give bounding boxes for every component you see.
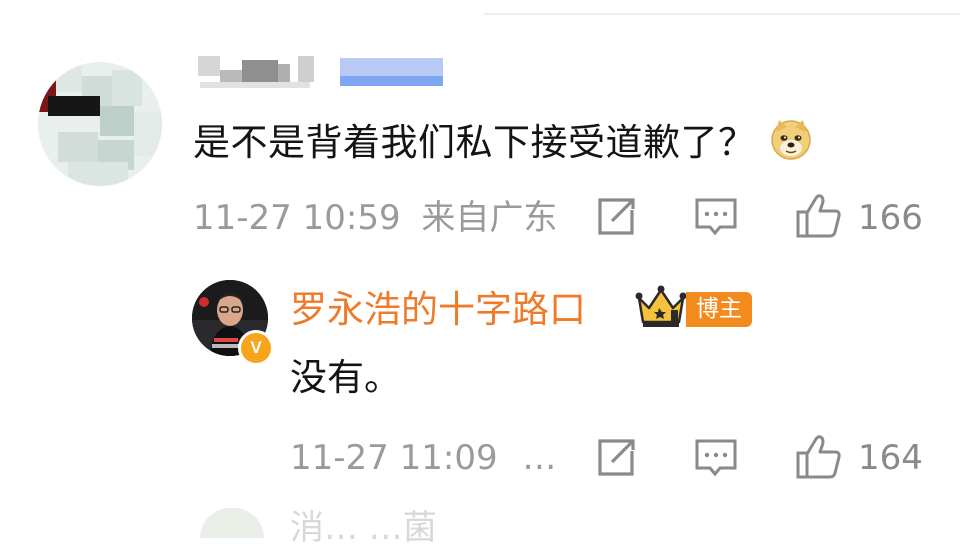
- comment-location: 来自广东: [421, 198, 558, 238]
- reply-comment-icon[interactable]: [694, 436, 738, 480]
- blogger-badge: 博主: [686, 292, 752, 327]
- doge-emoji-icon: [770, 120, 811, 160]
- comment-icon[interactable]: [694, 195, 738, 239]
- reply-meta: 11-27 11:09 …: [290, 438, 556, 478]
- next-commenter-avatar[interactable]: [200, 508, 264, 538]
- commenter-avatar-blurred[interactable]: [38, 62, 162, 186]
- verified-badge: V: [238, 330, 274, 366]
- crown-icon: [635, 285, 687, 327]
- comment-like-count: 166: [858, 198, 923, 238]
- comment-meta: 11-27 10:59 来自广东: [193, 198, 557, 238]
- like-icon[interactable]: [795, 192, 843, 240]
- reply-repost-icon[interactable]: [594, 436, 638, 480]
- comment-text: 是不是背着我们私下接受道歉了？: [193, 117, 812, 169]
- reply-author-name[interactable]: 罗永浩的十字路口: [290, 285, 586, 335]
- next-commenter-name[interactable]: 消… …菌: [290, 508, 437, 548]
- reply-timestamp: 11-27 11:09: [290, 438, 498, 478]
- top-divider: [484, 13, 960, 15]
- reply-like-count: 164: [858, 438, 923, 478]
- comment-timestamp: 11-27 10:59: [193, 198, 401, 238]
- repost-icon[interactable]: [594, 195, 638, 239]
- reply-text: 没有。: [290, 356, 401, 399]
- reply-like-icon[interactable]: [795, 433, 843, 481]
- commenter-name-blurred[interactable]: [198, 52, 443, 94]
- reply-ellipsis: …: [522, 438, 557, 478]
